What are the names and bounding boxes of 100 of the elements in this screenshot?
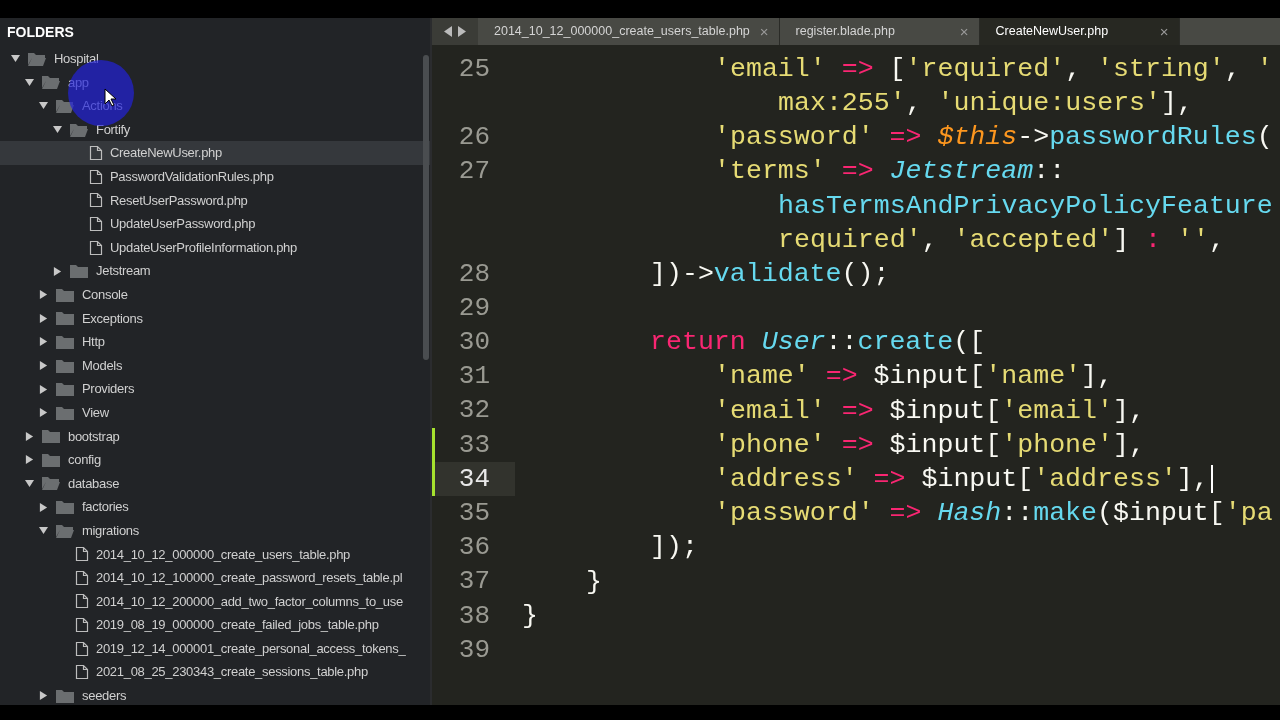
expand-arrow-icon[interactable]	[39, 313, 48, 323]
folder-icon	[55, 687, 75, 704]
file-item[interactable]: 2019_12_14_000001_create_personal_access_tokens_	[0, 636, 430, 661]
folder-item[interactable]: seeders	[0, 684, 430, 705]
expand-arrow-icon[interactable]	[39, 691, 48, 701]
file-icon	[75, 664, 89, 681]
file-item[interactable]: ResetUserPassword.php	[0, 188, 430, 213]
open-folder-icon	[27, 50, 47, 67]
open-folder-icon	[41, 475, 61, 492]
collapse-arrow-icon[interactable]	[39, 101, 48, 111]
code-line: }	[522, 602, 538, 630]
collapse-arrow-icon[interactable]	[39, 526, 48, 536]
code-line: 'phone' => $input['phone'],	[714, 431, 1145, 459]
file-item[interactable]: 2014_10_12_100000_create_password_resets_table.pl	[0, 566, 430, 590]
folder-icon	[55, 381, 75, 398]
folder-icon	[55, 310, 75, 327]
folder-icon	[55, 499, 75, 516]
line-number: 39	[457, 633, 491, 667]
line-number: 36	[457, 531, 491, 565]
line-number: 25	[457, 52, 491, 86]
expand-arrow-icon[interactable]	[39, 361, 48, 370]
line-number: 34	[435, 462, 515, 497]
expand-arrow-icon[interactable]	[53, 266, 62, 276]
line-number: 29	[457, 291, 491, 325]
folder-icon	[55, 357, 75, 374]
folder-item[interactable]: Hospital	[0, 47, 430, 71]
line-number: 35	[457, 497, 491, 531]
file-icon	[75, 546, 89, 563]
folder-item[interactable]: migrations	[0, 518, 430, 543]
open-folder-icon	[41, 74, 61, 91]
editor-tab[interactable]: CreateNewUser.php ×	[979, 18, 1180, 45]
folder-icon	[55, 404, 75, 421]
code-line: 'email' => $input['email'],	[714, 397, 1145, 425]
file-item[interactable]: 2021_08_25_230343_create_sessions_table.php	[0, 660, 430, 685]
folder-item[interactable]: config	[0, 448, 430, 472]
previous-tab-icon[interactable]	[444, 26, 453, 37]
code-line: hasTermsAndPrivacyPolicyFeature	[778, 192, 1273, 220]
code-line: 'password' => Hash::make($input['pa	[714, 500, 1273, 527]
file-item[interactable]: 2019_08_19_000000_create_failed_jobs_table.php	[0, 613, 430, 637]
code-line: 'email' => ['required', 'string', '	[714, 55, 1273, 83]
expand-arrow-icon[interactable]	[39, 408, 48, 418]
file-icon	[89, 215, 103, 232]
file-item[interactable]: 2014_10_12_000000_create_users_table.php	[0, 542, 430, 567]
collapse-arrow-icon[interactable]	[25, 479, 34, 488]
line-number: 28	[457, 257, 491, 291]
file-item[interactable]: UpdateUserPassword.php	[0, 212, 430, 236]
file-icon	[75, 617, 89, 634]
folder-item[interactable]: Models	[0, 353, 430, 378]
expand-arrow-icon[interactable]	[39, 384, 48, 394]
code-line: ])->validate();	[650, 260, 890, 288]
folder-item[interactable]: Console	[0, 282, 430, 307]
folder-icon	[41, 451, 61, 468]
collapse-arrow-icon[interactable]	[53, 125, 62, 135]
folder-item[interactable]: factories	[0, 495, 430, 519]
line-number: 31	[457, 360, 491, 394]
file-icon	[75, 640, 89, 657]
folder-item[interactable]: Fortify	[0, 117, 430, 142]
line-number: 26	[457, 120, 491, 154]
expand-arrow-icon[interactable]	[39, 337, 48, 347]
scrollbar[interactable]	[423, 55, 429, 360]
file-icon	[89, 168, 103, 185]
code-line: 'name' => $input['name'],	[714, 363, 1113, 391]
file-item[interactable]: UpdateUserProfileInformation.php	[0, 235, 430, 260]
line-number: 27	[457, 155, 491, 189]
folder-item[interactable]: database	[0, 471, 430, 496]
expand-arrow-icon[interactable]	[25, 431, 34, 441]
line-number: 32	[457, 394, 491, 428]
folder-item[interactable]: View	[0, 400, 430, 425]
folder-icon	[41, 428, 61, 445]
text-cursor	[1210, 465, 1213, 494]
sidebar-title: FOLDERS	[7, 23, 74, 42]
file-item[interactable]: CreateNewUser.php	[0, 141, 430, 165]
file-item[interactable]: PasswordValidationRules.php	[0, 164, 430, 189]
file-icon	[89, 239, 103, 256]
line-number: 33	[457, 428, 491, 462]
folder-item[interactable]: Jetstream	[0, 259, 430, 283]
expand-arrow-icon[interactable]	[39, 502, 48, 512]
file-item[interactable]: 2014_10_12_200000_add_two_factor_columns_to_use	[0, 589, 430, 614]
folder-icon	[55, 333, 75, 350]
next-tab-icon[interactable]	[457, 26, 466, 37]
file-icon	[75, 593, 89, 610]
open-folder-icon	[69, 121, 89, 138]
collapse-arrow-icon[interactable]	[11, 54, 20, 64]
collapse-arrow-icon[interactable]	[25, 77, 34, 87]
code-line: required', 'accepted'] : '',	[778, 226, 1225, 254]
code-line: 'terms' => Jetstream::	[714, 158, 1066, 185]
file-icon	[75, 569, 89, 586]
folder-item[interactable]: bootstrap	[0, 424, 430, 449]
code-line: 'address' => $input['address'],	[714, 465, 1213, 494]
folder-item[interactable]: Providers	[0, 377, 430, 401]
close-tab-button[interactable]: ×	[1159, 24, 1169, 39]
line-number: 38	[457, 599, 491, 633]
folder-icon	[55, 286, 75, 303]
file-icon	[89, 192, 103, 209]
expand-arrow-icon[interactable]	[39, 290, 48, 300]
folder-item[interactable]: Http	[0, 330, 430, 354]
line-number: 37	[457, 565, 491, 599]
folder-item[interactable]: Exceptions	[0, 306, 430, 331]
folder-icon	[69, 263, 89, 280]
expand-arrow-icon[interactable]	[25, 455, 34, 465]
